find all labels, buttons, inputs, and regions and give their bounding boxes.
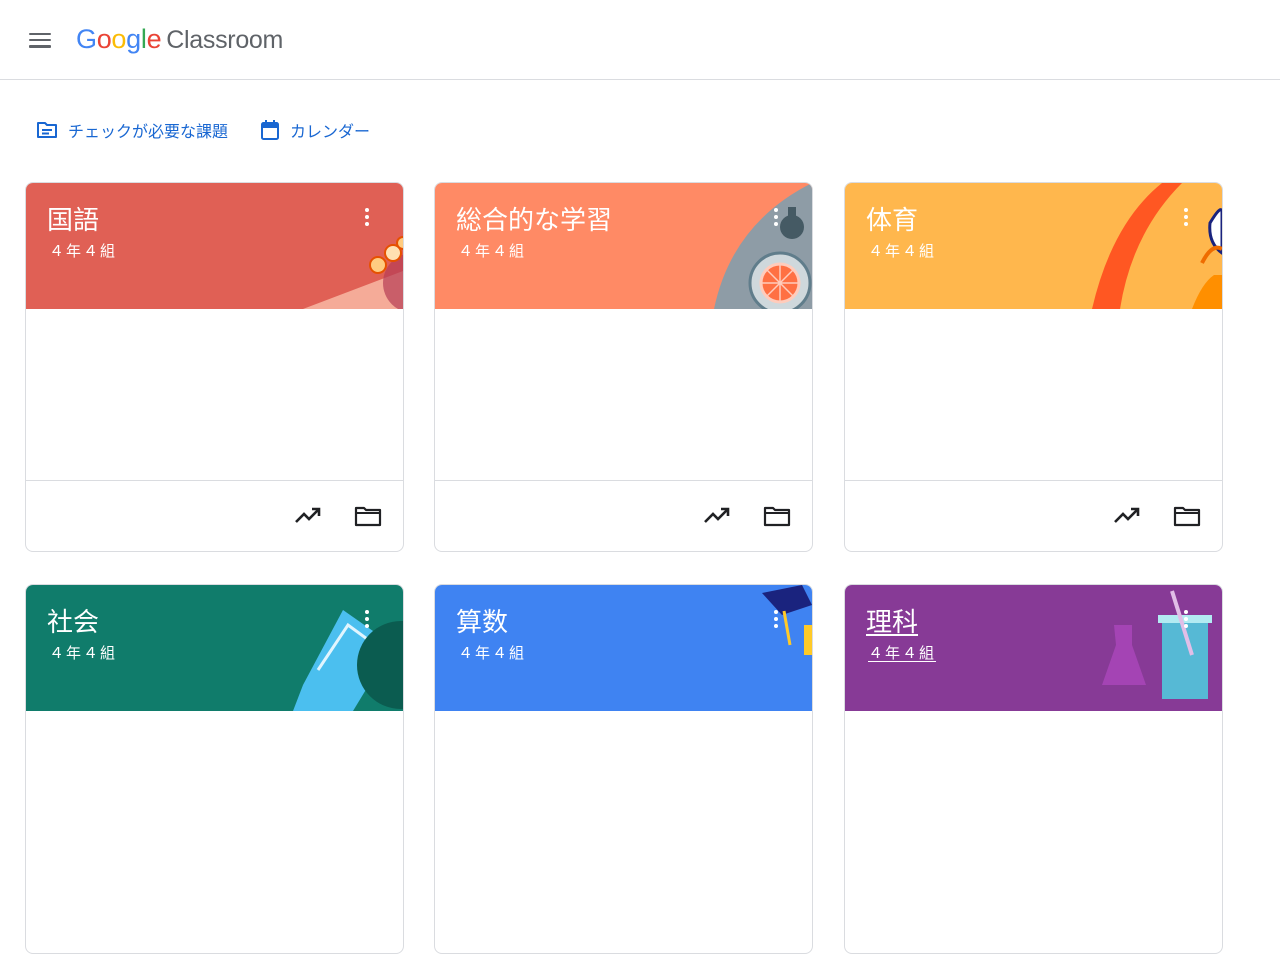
map-illustration <box>293 610 403 711</box>
trending-up-icon[interactable] <box>1113 504 1141 528</box>
class-card-footer <box>435 481 812 551</box>
graduation-illustration <box>762 585 812 655</box>
class-card: 国語 ４年４組 <box>25 182 404 552</box>
more-options-icon[interactable] <box>1176 208 1196 232</box>
logo-letter: G <box>76 24 97 54</box>
class-title-link[interactable]: 社会 <box>47 602 99 639</box>
folder-icon[interactable] <box>763 504 791 528</box>
logo-letter: g <box>126 24 141 54</box>
class-card: 理科 ４年４組 <box>844 584 1223 954</box>
class-section: ４年４組 <box>458 242 527 260</box>
class-section: ４年４組 <box>868 644 937 662</box>
to-review-link[interactable]: チェックが必要な課題 <box>36 117 228 143</box>
logo-letter: o <box>96 24 112 54</box>
class-title-link[interactable]: 理科 <box>866 602 918 639</box>
lab-illustration <box>1102 590 1212 699</box>
class-card: 社会 ４年４組 <box>25 584 404 954</box>
folder-icon[interactable] <box>354 504 382 528</box>
class-card-header: 国語 ４年４組 <box>26 183 403 309</box>
class-section: ４年４組 <box>458 644 527 662</box>
trending-up-icon[interactable] <box>703 504 731 528</box>
science-equipment-illustration <box>714 183 812 309</box>
hamburger-menu-icon[interactable] <box>28 29 52 51</box>
class-section: ４年４組 <box>49 644 118 662</box>
class-title-link[interactable]: 算数 <box>456 602 508 639</box>
to-review-label: チェックが必要な課題 <box>68 122 229 141</box>
folder-icon[interactable] <box>1173 504 1201 528</box>
class-card-body <box>435 309 812 481</box>
logo-letter: o <box>111 24 127 54</box>
class-card-body <box>26 309 403 481</box>
quick-links: チェックが必要な課題 カレンダー <box>36 117 370 143</box>
calendar-label: カレンダー <box>290 122 371 141</box>
top-app-bar: Google Classroom <box>0 0 1280 80</box>
class-title-link[interactable]: 国語 <box>47 200 99 237</box>
more-options-icon[interactable] <box>357 208 377 232</box>
class-card-footer <box>26 481 403 551</box>
class-card-header: 総合的な学習 ４年４組 <box>435 183 812 309</box>
class-title-link[interactable]: 総合的な学習 <box>456 200 612 237</box>
class-card-header: 理科 ４年４組 <box>845 585 1222 711</box>
google-classroom-logo[interactable]: Google Classroom <box>76 22 283 57</box>
product-name: Classroom <box>166 26 284 54</box>
class-section: ４年４組 <box>49 242 118 260</box>
class-card: 総合的な学習 ４年４組 <box>434 182 813 552</box>
class-card-footer <box>845 481 1222 551</box>
assignment-list-icon <box>37 122 57 138</box>
google-wordmark: Google <box>76 24 162 54</box>
class-card-header: 算数 ４年４組 <box>435 585 812 711</box>
sports-illustration <box>1092 183 1222 309</box>
class-card-body <box>845 309 1222 481</box>
more-options-icon[interactable] <box>1176 610 1196 634</box>
calendar-icon <box>261 120 280 140</box>
language-illustration <box>303 236 403 309</box>
more-options-icon[interactable] <box>766 208 786 232</box>
trending-up-icon[interactable] <box>294 504 322 528</box>
more-options-icon[interactable] <box>766 610 786 634</box>
class-section: ４年４組 <box>868 242 937 260</box>
class-card: 算数 ４年４組 <box>434 584 813 954</box>
logo-letter: e <box>146 24 162 54</box>
class-card-header: 体育 ４年４組 <box>845 183 1222 309</box>
class-card: 体育 ４年４組 <box>844 182 1223 552</box>
more-options-icon[interactable] <box>357 610 377 634</box>
calendar-link[interactable]: カレンダー <box>260 117 370 143</box>
class-card-header: 社会 ４年４組 <box>26 585 403 711</box>
class-title-link[interactable]: 体育 <box>866 200 918 237</box>
